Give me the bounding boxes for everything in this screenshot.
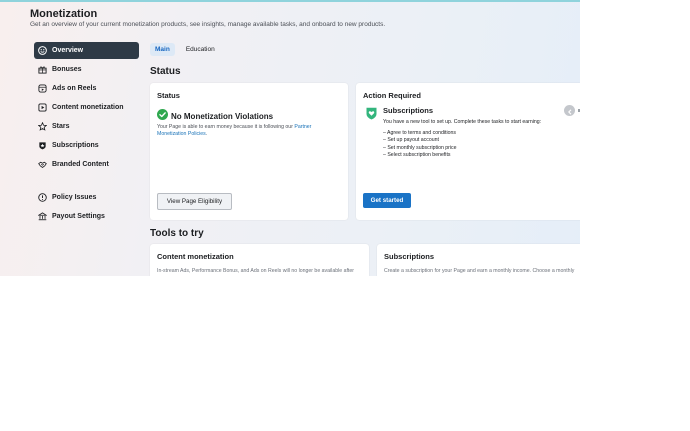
status-card-title: Status	[157, 91, 180, 100]
monetization-app: Monetization Get an overview of your cur…	[0, 0, 580, 276]
list-item: – Set up payout account	[383, 137, 439, 144]
sidebar: Overview Bonuses Ads on Reels Content mo…	[34, 42, 139, 227]
sidebar-item-label: Content monetization	[52, 104, 124, 111]
tool-card-description: Create a subscription for your Page and …	[384, 268, 575, 274]
tool-card-description: In-stream Ads, Performance Bonus, and Ad…	[157, 268, 354, 274]
tool-card-subscriptions[interactable]: Subscriptions Create a subscription for …	[377, 244, 580, 276]
top-accent-line	[0, 0, 580, 2]
tab-main[interactable]: Main	[150, 43, 175, 56]
sidebar-item-label: Subscriptions	[52, 142, 99, 149]
sidebar-item-overview[interactable]: Overview	[34, 42, 139, 59]
tab-bar: Main Education	[150, 43, 226, 56]
chevron-left-icon	[567, 102, 573, 120]
list-item: – Set monthly subscription price	[383, 144, 457, 151]
carousel-previous-button[interactable]	[564, 105, 575, 116]
sidebar-item-ads-on-reels[interactable]: Ads on Reels	[34, 80, 139, 97]
sidebar-item-label: Policy Issues	[52, 194, 97, 201]
sidebar-item-label: Overview	[52, 47, 84, 54]
bank-icon	[38, 212, 47, 221]
alert-icon	[38, 193, 47, 202]
stars-icon	[38, 122, 47, 131]
handshake-icon	[38, 160, 47, 169]
action-required-title: Action Required	[363, 91, 421, 100]
play-icon	[38, 103, 47, 112]
status-text: No Monetization Violations	[171, 111, 274, 121]
sidebar-item-label: Ads on Reels	[52, 85, 97, 92]
sidebar-item-label: Bonuses	[52, 66, 82, 73]
shield-heart-icon	[366, 107, 377, 125]
tool-card-title: Content monetization	[157, 252, 234, 261]
get-started-button[interactable]: Get started	[363, 193, 411, 208]
subscription-icon	[38, 141, 47, 150]
page-title: Monetization	[30, 8, 98, 20]
list-item: – Select subscription benefits	[383, 152, 451, 159]
sidebar-item-label: Stars	[52, 123, 70, 130]
overview-icon	[38, 46, 47, 55]
view-page-eligibility-button[interactable]: View Page Eligibility	[157, 193, 232, 210]
status-row: No Monetization Violations	[157, 107, 273, 125]
status-card: Status No Monetization Violations Your P…	[150, 83, 348, 220]
tool-card-content-monetization[interactable]: Content monetization In-stream Ads, Perf…	[150, 244, 369, 276]
sidebar-item-stars[interactable]: Stars	[34, 118, 139, 135]
tools-section-title: Tools to try	[150, 228, 204, 239]
check-circle-icon	[157, 107, 168, 125]
action-required-card: Action Required Subscriptions You have a…	[356, 83, 580, 220]
sidebar-item-branded-content[interactable]: Branded Content	[34, 156, 139, 173]
sidebar-item-subscriptions[interactable]: Subscriptions	[34, 137, 139, 154]
sidebar-item-label: Payout Settings	[52, 213, 105, 220]
status-description-text: Your Page is able to earn money because …	[157, 124, 293, 130]
sidebar-item-policy-issues[interactable]: Policy Issues	[34, 189, 139, 206]
sidebar-item-payout-settings[interactable]: Payout Settings	[34, 208, 139, 225]
sidebar-item-label: Branded Content	[52, 161, 109, 168]
gift-icon	[38, 65, 47, 74]
task-description: You have a new tool to set up. Complete …	[383, 119, 542, 125]
sidebar-item-content-monetization[interactable]: Content monetization	[34, 99, 139, 116]
carousel-next-indicator	[578, 109, 580, 112]
status-section-title: Status	[150, 66, 181, 77]
tab-education[interactable]: Education	[181, 43, 220, 56]
tool-card-title: Subscriptions	[384, 252, 435, 261]
sidebar-item-bonuses[interactable]: Bonuses	[34, 61, 139, 78]
page-subtitle: Get an overview of your current monetiza…	[30, 21, 386, 28]
status-description-period: .	[205, 131, 208, 138]
task-list: – Agree to terms and conditions – Set up…	[383, 130, 457, 160]
reels-icon	[38, 84, 47, 93]
task-title: Subscriptions	[383, 106, 434, 115]
list-item: – Agree to terms and conditions	[383, 130, 456, 136]
status-description: Your Page is able to earn money because …	[157, 124, 317, 139]
